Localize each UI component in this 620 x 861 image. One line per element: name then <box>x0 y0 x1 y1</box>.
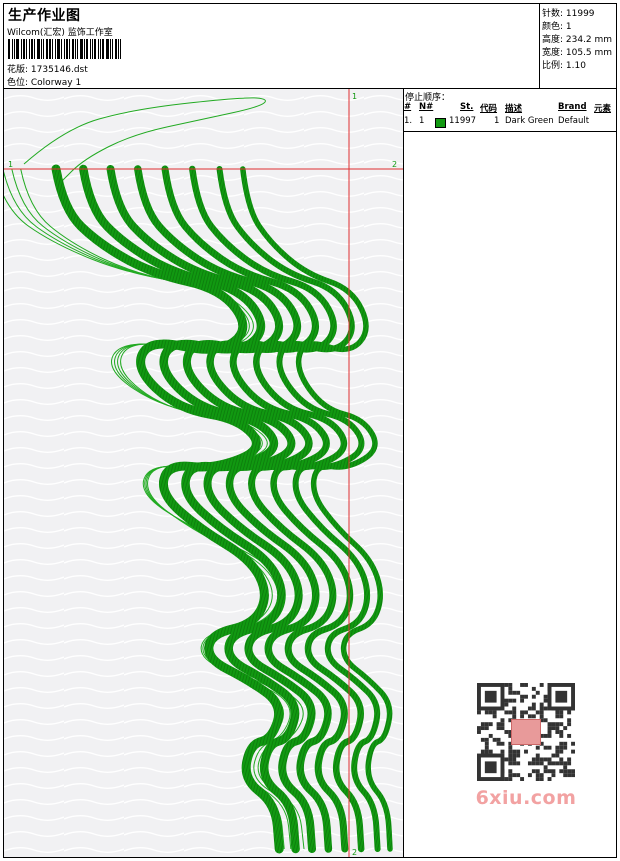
watermark-text: 6xiu.com <box>475 787 577 809</box>
colorway-label: 色位: Colorway 1 <box>7 78 82 88</box>
page-title: 生产作业图 <box>8 8 81 24</box>
design-file-label: 花版: 1735146.dst <box>7 65 88 75</box>
guide-marker-right: 2 <box>392 160 397 169</box>
embroidery-preview: 1 2 1 2 <box>4 89 404 857</box>
guide-marker-bottom: 2 <box>352 848 357 857</box>
row-index: 1. <box>404 116 413 126</box>
barcode-icon <box>8 39 142 59</box>
col-needle: N# <box>419 102 434 112</box>
col-brand: Brand <box>558 102 587 112</box>
design-scale: 比例: 1.10 <box>542 61 586 71</box>
seal-icon <box>511 719 541 745</box>
embroidery-design-canvas: 1 2 1 2 <box>4 89 403 857</box>
col-description: 描述 <box>505 104 523 114</box>
design-stats: 针数: 11999 颜色: 1 高度: 234.2 mm 宽度: 105.5 m… <box>540 4 616 89</box>
company-name: Wilcom(汇宏) 监饰工作室 <box>7 28 113 38</box>
guide-marker-top: 1 <box>352 92 357 101</box>
design-height: 高度: 234.2 mm <box>542 35 613 45</box>
table-row: 1. 1 11997 1 Dark Green Default <box>404 116 616 129</box>
color-count: 颜色: 1 <box>542 22 572 32</box>
stitch-count: 针数: 11999 <box>542 9 595 19</box>
divider <box>404 131 616 132</box>
stop-sequence-header: # N# St. 代码 描述 Brand 元素 <box>404 102 616 115</box>
col-element: 元素 <box>594 104 612 114</box>
color-swatch <box>435 118 446 128</box>
col-index: # <box>404 102 412 112</box>
guide-marker-left: 1 <box>8 160 13 169</box>
col-code: 代码 <box>480 104 498 114</box>
row-description: Dark Green <box>505 116 554 126</box>
row-code: 1 <box>494 116 500 126</box>
row-stitches: 11997 <box>449 116 477 126</box>
row-brand: Default <box>558 116 590 126</box>
watermark: 6xiu.com <box>467 681 585 817</box>
header-info: 生产作业图 Wilcom(汇宏) 监饰工作室 花版: 1735146.dst 色… <box>4 4 540 89</box>
col-stitches: St. <box>460 102 474 112</box>
design-width: 宽度: 105.5 mm <box>542 48 613 58</box>
row-needle: 1 <box>419 116 425 126</box>
